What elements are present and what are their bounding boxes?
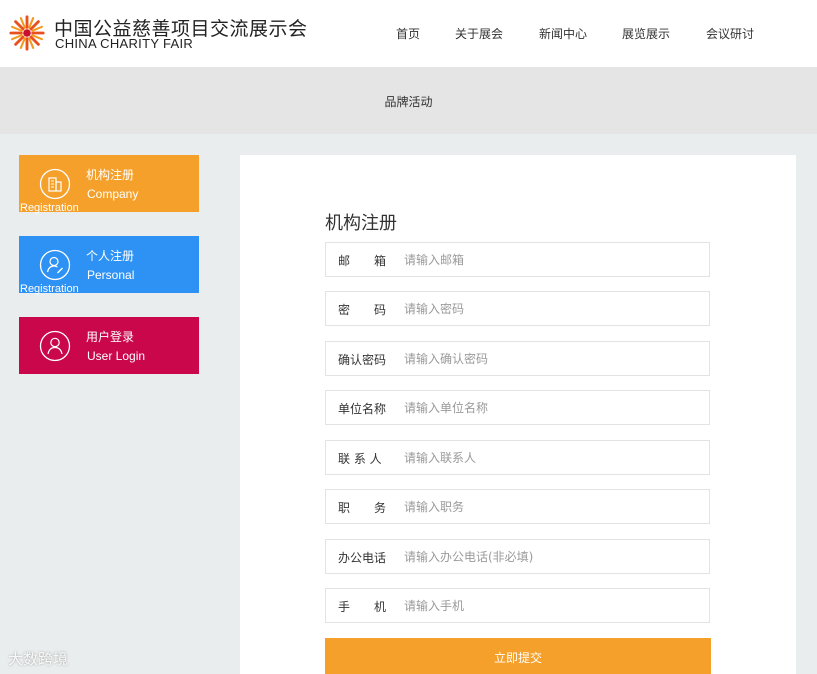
user-icon: [39, 330, 71, 362]
sidebar-item-sublabel: Personal: [87, 268, 135, 282]
email-input[interactable]: [404, 243, 704, 276]
confirm-password-field[interactable]: 确认密码: [325, 341, 710, 376]
field-label: 单位名称: [338, 402, 387, 416]
banner-title: 品牌活动: [384, 95, 433, 109]
sidebar-item-user-login[interactable]: 用户登录 User Login: [19, 317, 199, 374]
nav-item-exhibition[interactable]: 展览展示: [622, 25, 670, 42]
sidebar-item-sublabel-wrap: Registration: [20, 283, 79, 295]
mobile-input[interactable]: [404, 589, 704, 622]
site-header: 中国公益慈善项目交流展示会 CHINA CHARITY FAIR 首页 关于展会…: [0, 0, 817, 67]
sidebar-item-sublabel: Company: [87, 187, 139, 201]
sidebar-item-sublabel-wrap: Registration: [20, 202, 79, 214]
password-field[interactable]: 密 码: [325, 291, 710, 326]
nav-item-news[interactable]: 新闻中心: [539, 25, 587, 42]
field-label: 手 机: [338, 600, 387, 614]
sidebar-item-company-registration[interactable]: 机构注册 Company Registration: [19, 155, 199, 214]
submit-button[interactable]: 立即提交: [325, 638, 711, 674]
job-title-input[interactable]: [404, 490, 704, 523]
nav-item-about[interactable]: 关于展会: [455, 25, 503, 42]
sidebar-item-label: 个人注册: [86, 249, 135, 263]
sidebar-item-label: 用户登录: [86, 330, 135, 344]
password-input[interactable]: [404, 292, 704, 325]
registration-form-panel: 机构注册 邮 箱 密 码 确认密码 单位名称 联 系 人 职 务 办公电话 手 …: [240, 155, 796, 674]
sidebar-item-label: 机构注册: [86, 168, 135, 182]
watermark-text: 大数跨境: [8, 650, 69, 668]
field-label: 办公电话: [338, 551, 387, 565]
office-phone-field[interactable]: 办公电话: [325, 539, 710, 574]
page-banner: 品牌活动: [0, 67, 817, 134]
nav-item-home[interactable]: 首页: [396, 25, 420, 42]
field-label: 密 码: [338, 303, 387, 317]
field-label: 联 系 人: [338, 452, 382, 466]
contact-person-field[interactable]: 联 系 人: [325, 440, 710, 475]
office-phone-input[interactable]: [404, 540, 704, 573]
person-edit-icon: [39, 249, 71, 281]
nav-item-conference[interactable]: 会议研讨: [706, 25, 754, 42]
building-icon: [39, 168, 71, 200]
organization-name-field[interactable]: 单位名称: [325, 390, 710, 425]
field-label: 确认密码: [338, 353, 387, 367]
confirm-password-input[interactable]: [404, 342, 704, 375]
field-label: 邮 箱: [338, 254, 387, 268]
sidebar-item-sublabel: User Login: [87, 349, 146, 363]
field-label: 职 务: [338, 501, 387, 515]
main-nav: 首页 关于展会 新闻中心 展览展示 会议研讨: [0, 25, 817, 45]
email-field[interactable]: 邮 箱: [325, 242, 710, 277]
job-title-field[interactable]: 职 务: [325, 489, 710, 524]
organization-name-input[interactable]: [404, 391, 704, 424]
sidebar-item-personal-registration[interactable]: 个人注册 Personal Registration: [19, 236, 199, 295]
form-title: 机构注册: [325, 213, 397, 234]
mobile-field[interactable]: 手 机: [325, 588, 710, 623]
contact-person-input[interactable]: [404, 441, 704, 474]
